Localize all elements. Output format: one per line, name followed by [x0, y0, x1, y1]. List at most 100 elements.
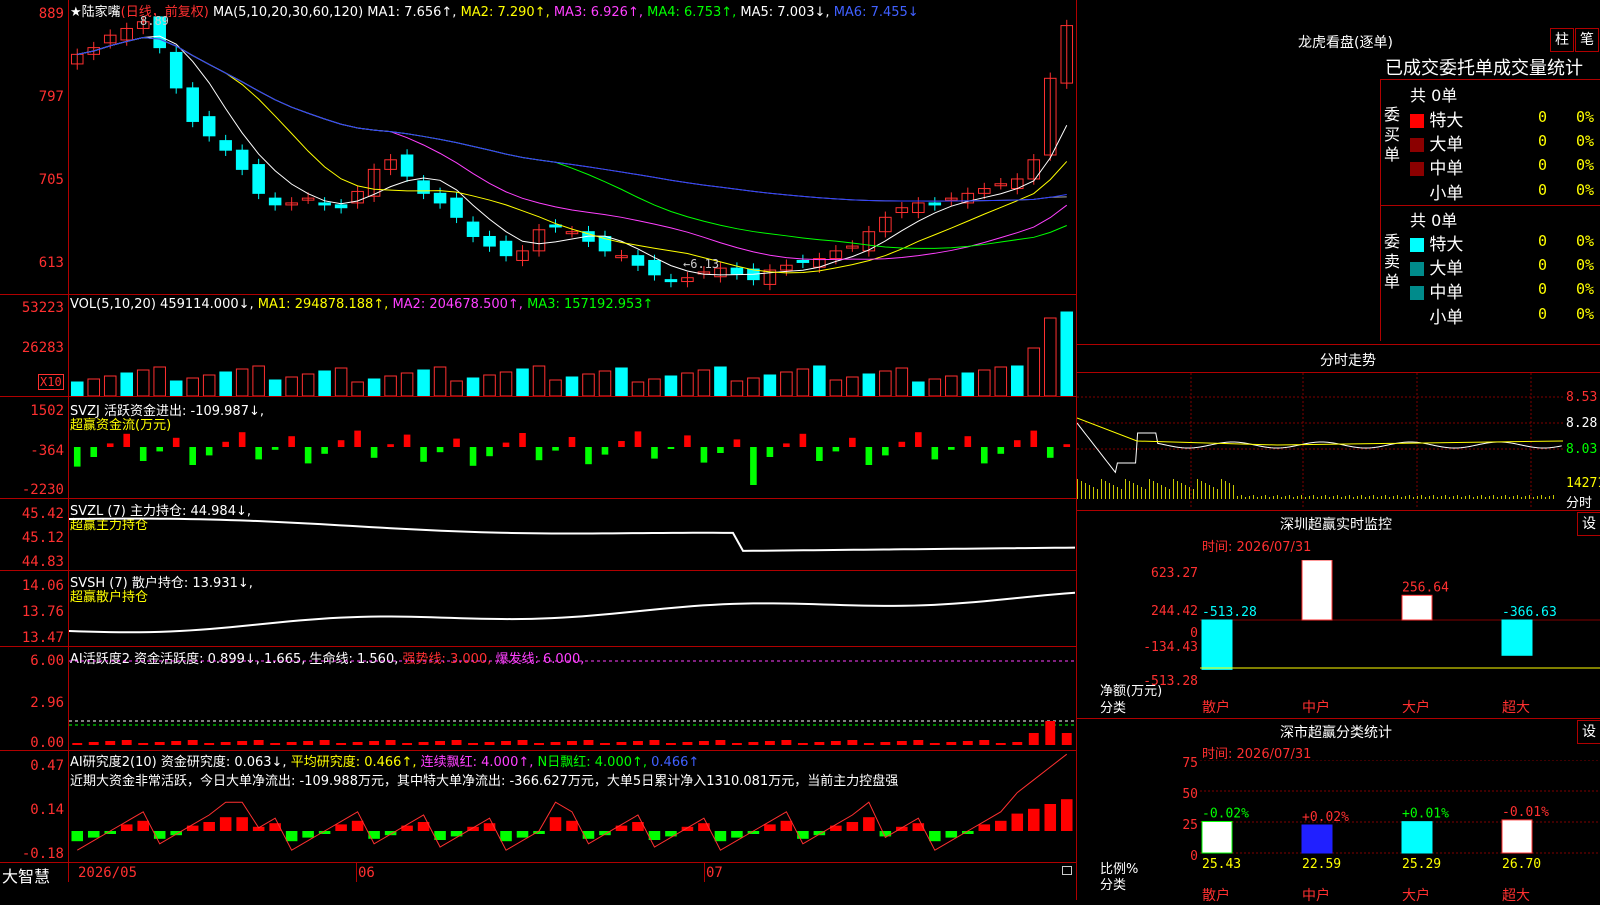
- volume-bar: [120, 372, 133, 396]
- sz-class-bar-chart[interactable]: -0.02% 25.43 +0.02% 22.59 +0.01% 25.29 -0.01% 2…: [1200, 760, 1600, 900]
- activity-bar: [270, 743, 281, 745]
- volume-bar: [978, 369, 991, 396]
- activity-bar: [402, 743, 413, 745]
- intraday-volume-bar: [1341, 497, 1342, 499]
- brand-logo: 大智慧: [2, 867, 51, 886]
- svzj-bar: [700, 447, 708, 463]
- svzj-bar: [980, 447, 988, 464]
- volume-bar-chart[interactable]: [69, 310, 1075, 396]
- intraday-volume-bar: [1485, 497, 1486, 499]
- svsh-axis-bottom: 13.47: [21, 630, 64, 646]
- ma-line-60: [77, 36, 1067, 202]
- research-bar: [285, 831, 298, 842]
- sell-row-small[interactable]: 小单: [1410, 303, 1463, 328]
- buy-row-large[interactable]: 大单: [1410, 130, 1463, 155]
- volume-bar: [87, 378, 101, 396]
- research-bar: [1027, 808, 1040, 831]
- svzj-bar: [634, 431, 642, 447]
- volume-bar: [466, 377, 480, 396]
- svsh-holding-chart[interactable]: [69, 571, 1075, 646]
- buy-row-medium[interactable]: 中单: [1410, 154, 1463, 179]
- ai-research-chart[interactable]: [69, 751, 1075, 862]
- price-axis-889: 889: [38, 6, 64, 22]
- monitor-bar-label: 256.64: [1402, 580, 1449, 595]
- divider-xaxis: [0, 862, 1076, 863]
- research-bar: [87, 831, 100, 838]
- sell-row-large[interactable]: 大单: [1410, 254, 1463, 279]
- svzj-bar: [354, 430, 361, 447]
- intraday-volume-bar: [1089, 485, 1090, 499]
- volume-bar: [994, 366, 1008, 396]
- class-change-label: +0.02%: [1302, 810, 1349, 825]
- intraday-volume-bar: [1429, 496, 1430, 499]
- svzj-bar: [502, 442, 510, 447]
- svzj-flow-chart[interactable]: [69, 397, 1075, 498]
- volume-bar: [615, 367, 628, 396]
- intraday-volume-bar: [1097, 489, 1098, 499]
- buy-row-xl[interactable]: 特大: [1410, 106, 1463, 131]
- svzj-bar: [684, 435, 691, 447]
- volume-bar: [186, 377, 199, 396]
- buy-medium-color-swatch: [1410, 162, 1424, 176]
- intraday-volume-bar: [1345, 496, 1346, 499]
- sell-row-medium[interactable]: 中单: [1410, 278, 1463, 303]
- svzj-bar: [1063, 444, 1071, 447]
- intraday-volume-bar: [1393, 496, 1394, 499]
- xaxis-date-june: 06: [358, 865, 375, 881]
- intraday-volume-bar: [1481, 495, 1482, 499]
- svzj-bar: [156, 447, 164, 452]
- sz-class-axis-0: 0: [1190, 849, 1198, 864]
- sell-row-xl[interactable]: 特大: [1410, 230, 1463, 255]
- buy-row-label: 特大: [1429, 111, 1464, 131]
- price-candle-chart[interactable]: [69, 16, 1075, 294]
- sz-class-cat-retail: 散户: [1202, 888, 1230, 904]
- intraday-volume-bar: [1465, 496, 1466, 499]
- intraday-volume-bar: [1081, 481, 1082, 499]
- candle-body: [400, 154, 414, 177]
- ai-activity-chart[interactable]: [69, 647, 1075, 750]
- intraday-volume-bar: [1505, 495, 1506, 499]
- intraday-volume-bar: [1501, 496, 1502, 499]
- column-view-button[interactable]: 柱: [1550, 28, 1574, 52]
- intraday-volume-bar: [1453, 496, 1454, 499]
- svzj-axis-mid: -364: [30, 443, 64, 459]
- class-bar: [1401, 821, 1433, 854]
- tick-view-button[interactable]: 笔: [1575, 28, 1599, 52]
- activity-bar: [204, 743, 215, 745]
- svzj-bar: [238, 432, 246, 447]
- svzj-axis-bottom: -2230: [21, 482, 64, 498]
- activity-bar: [633, 741, 643, 745]
- volume-bar: [252, 365, 265, 396]
- intraday-volume-bar: [1549, 496, 1550, 499]
- sz-class-settings-button[interactable]: 设: [1577, 720, 1600, 744]
- activity-bar: [666, 743, 676, 745]
- intraday-chart[interactable]: [1077, 373, 1563, 507]
- volume-bar: [483, 374, 496, 396]
- lock-icon[interactable]: [1062, 866, 1072, 875]
- intraday-volume-bar: [1361, 495, 1362, 499]
- divider-price-volume: [0, 294, 1076, 295]
- intraday-volume-bar: [1257, 497, 1258, 499]
- dragon-tabs[interactable]: 已成交委托单成交量统计: [1385, 54, 1583, 80]
- svzj-bar: [882, 447, 889, 456]
- intraday-volume-bar: [1185, 485, 1186, 499]
- price-axis-705: 705: [38, 172, 64, 188]
- activity-bar: [253, 740, 264, 745]
- svzl-holding-chart[interactable]: [69, 499, 1075, 570]
- svzj-bar: [90, 447, 98, 457]
- sz-class-top-border: [1076, 718, 1600, 719]
- volume-bar: [582, 373, 595, 396]
- buy-row-small[interactable]: 小单: [1410, 179, 1463, 204]
- intraday-volume-bar: [1109, 483, 1110, 499]
- dragon-divider-mid: [1380, 205, 1600, 206]
- sz-monitor-bar-chart[interactable]: -513.28623.27256.64-366.63: [1200, 560, 1600, 690]
- research-bar: [945, 831, 958, 838]
- volume-bar: [285, 376, 298, 396]
- sz-monitor-settings-button[interactable]: 设: [1577, 512, 1600, 536]
- sz-class-side-label2: 分类: [1100, 878, 1127, 893]
- buy-large-pct: 0%: [1576, 132, 1595, 150]
- sell-medium-pct: 0%: [1576, 280, 1595, 298]
- volume-bar: [532, 365, 546, 396]
- candle-body: [730, 267, 744, 275]
- volume-bar: [103, 375, 117, 396]
